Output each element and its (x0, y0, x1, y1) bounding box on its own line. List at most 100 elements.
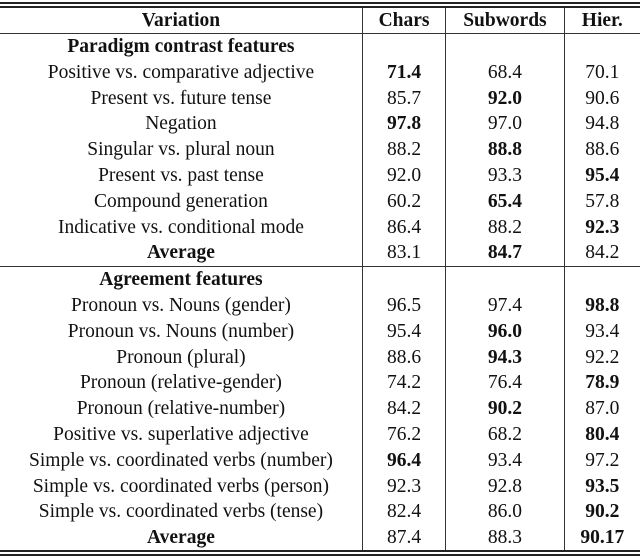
table-row: Negation 97.8 97.0 94.8 (0, 111, 640, 138)
header-chars: Chars (361, 8, 446, 34)
hier-value: 93.4 (563, 318, 640, 345)
table-row: Pronoun (plural) 88.6 94.3 92.2 (0, 344, 640, 371)
subwords-value: 97.0 (445, 111, 565, 138)
table-row: Present vs. future tense 85.7 92.0 90.6 (0, 85, 640, 112)
table-row: Compound generation 60.2 65.4 57.8 (0, 188, 640, 215)
empty-cell (445, 266, 565, 293)
subwords-value: 76.4 (445, 370, 565, 397)
table-body: Paradigm contrast features Positive vs. c… (0, 33, 640, 551)
bottom-rule-inner (0, 550, 640, 552)
hier-value: 84.2 (563, 240, 640, 268)
row-label: Simple vs. coordinated verbs (person) (32, 475, 330, 497)
section-header-row: Paradigm contrast features (0, 33, 640, 60)
subwords-value: 96.0 (445, 318, 565, 345)
hier-value: 93.5 (563, 473, 640, 500)
chars-value: 88.6 (361, 344, 446, 371)
hier-value: 88.6 (563, 137, 640, 163)
header-variation: Variation (0, 8, 363, 34)
chars-value: 95.4 (361, 318, 446, 345)
hier-value: 95.4 (563, 162, 640, 189)
subwords-value: 84.7 (445, 240, 565, 268)
table-row: Simple vs. coordinated verbs (tense) 82.4… (0, 499, 640, 526)
hier-value: 80.4 (563, 421, 640, 448)
chars-value: 60.2 (361, 188, 446, 215)
header-hier: Hier. (563, 8, 640, 34)
subwords-value: 68.4 (445, 59, 565, 86)
chars-value: 74.2 (361, 370, 446, 397)
row-label: Simple vs. coordinated verbs (number) (29, 449, 333, 471)
table-row: Pronoun vs. Nouns (number) 95.4 96.0 93.4 (0, 318, 640, 345)
row-label: Indicative vs. conditional mode (58, 216, 304, 238)
subwords-value: 68.2 (445, 421, 565, 448)
chars-value: 76.2 (361, 421, 446, 448)
row-label: Compound generation (94, 190, 268, 212)
table-row: Pronoun (relative-gender) 74.2 76.4 78.9 (0, 370, 640, 397)
empty-cell (563, 266, 640, 293)
hier-value: 87.0 (563, 396, 640, 422)
section-title: Agreement features (99, 269, 263, 291)
hier-value: 70.1 (563, 59, 640, 86)
subwords-value: 97.4 (445, 292, 565, 319)
top-rule-outer (0, 2, 640, 4)
table-row: Positive vs. comparative adjective 71.4 68… (0, 59, 640, 86)
table-row: Positive vs. superlative adjective 76.2 68… (0, 421, 640, 448)
row-label: Pronoun vs. Nouns (number) (67, 320, 295, 342)
chars-value: 92.0 (361, 162, 446, 189)
subwords-value: 88.8 (445, 137, 565, 163)
row-label: Present vs. past tense (98, 164, 264, 186)
empty-cell (445, 33, 565, 60)
chars-value: 86.4 (361, 214, 446, 241)
hier-value: 98.8 (563, 292, 640, 319)
table-row: Present vs. past tense 92.0 93.3 95.4 (0, 162, 640, 189)
chars-value: 97.8 (361, 111, 446, 138)
hier-value: 92.3 (563, 214, 640, 241)
hier-value: 90.6 (563, 85, 640, 112)
table-row: Pronoun (relative-number) 84.2 90.2 87.0 (0, 396, 640, 422)
section-header-row: Agreement features (0, 266, 640, 293)
chars-value: 82.4 (361, 499, 446, 526)
subwords-value: 65.4 (445, 188, 565, 215)
row-label: Singular vs. plural noun (87, 139, 275, 161)
subwords-value: 92.0 (445, 85, 565, 112)
table-row: Indicative vs. conditional mode 86.4 88.2 9… (0, 214, 640, 241)
table-row: Pronoun vs. Nouns (gender) 96.5 97.4 98.8 (0, 292, 640, 319)
subwords-value: 94.3 (445, 344, 565, 371)
table-row: Simple vs. coordinated verbs (number) 96.… (0, 447, 640, 474)
subwords-value: 93.4 (445, 447, 565, 474)
row-label: Pronoun (relative-number) (76, 398, 286, 420)
table-row: Simple vs. coordinated verbs (person) 92.… (0, 473, 640, 500)
hier-value: 57.8 (563, 188, 640, 215)
row-label: Positive vs. superlative adjective (53, 423, 309, 445)
empty-cell (563, 33, 640, 60)
hier-value: 78.9 (563, 370, 640, 397)
row-label: Pronoun vs. Nouns (gender) (70, 294, 291, 316)
table-row: Singular vs. plural noun 88.2 88.8 88.6 (0, 137, 640, 163)
chars-value: 71.4 (361, 59, 446, 86)
hier-value: 97.2 (563, 447, 640, 474)
row-label: Pronoun (relative-gender) (79, 372, 282, 394)
hier-value: 90.17 (563, 525, 640, 551)
row-label: Average (147, 527, 215, 549)
chars-value: 88.2 (361, 137, 446, 163)
hier-value: 94.8 (563, 111, 640, 138)
hier-value: 90.2 (563, 499, 640, 526)
chars-value: 96.4 (361, 447, 446, 474)
row-label: Positive vs. comparative adjective (47, 61, 315, 83)
empty-cell (361, 266, 446, 293)
chars-value: 87.4 (361, 525, 446, 551)
chars-value: 84.2 (361, 396, 446, 422)
average-row: Average 87.4 88.3 90.17 (0, 525, 640, 551)
row-label: Simple vs. coordinated verbs (tense) (38, 501, 324, 523)
section-title: Paradigm contrast features (67, 36, 295, 57)
row-label: Present vs. future tense (90, 87, 272, 109)
header-subwords: Subwords (445, 8, 565, 34)
chars-value: 96.5 (361, 292, 446, 319)
chars-value: 85.7 (361, 85, 446, 112)
subwords-value: 88.3 (445, 525, 565, 551)
row-label: Average (0, 240, 363, 268)
chars-value: 92.3 (361, 473, 446, 500)
row-label: Pronoun (plural) (116, 346, 246, 368)
subwords-value: 86.0 (445, 499, 565, 526)
bottom-rule-outer (0, 554, 640, 556)
subwords-value: 93.3 (445, 162, 565, 189)
